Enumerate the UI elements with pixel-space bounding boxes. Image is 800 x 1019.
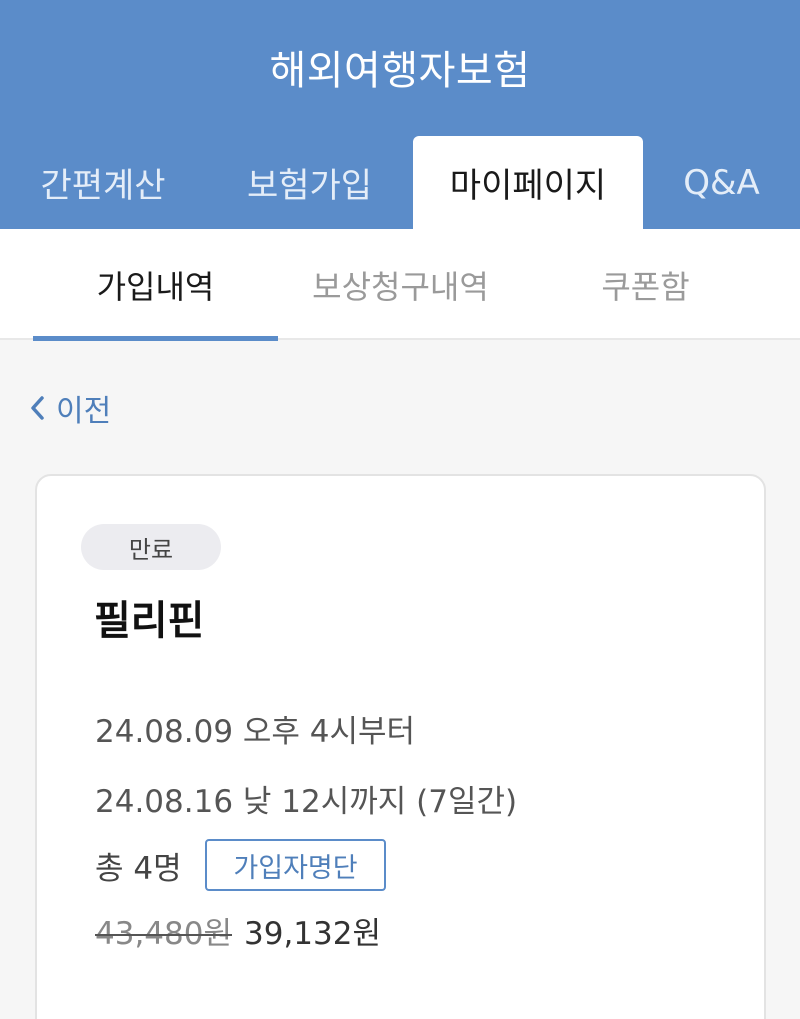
app-title: 해외여행자보험	[269, 48, 531, 94]
coverage-end: 24.08.16 낮 12시까지 (7일간)	[95, 784, 518, 820]
tab-simple-calc[interactable]: 간편계산	[0, 136, 206, 229]
price-row: 43,480원 39,132원	[95, 908, 381, 953]
back-link[interactable]: 이전	[28, 386, 111, 430]
traveler-count: 총 4명	[95, 850, 182, 887]
insured-roster-button[interactable]: 가입자명단	[205, 839, 386, 891]
sub-navigation: 가입내역 보상청구내역 쿠폰함	[0, 229, 800, 340]
chevron-left-icon	[28, 394, 46, 422]
final-price: 39,132원	[244, 916, 381, 952]
subtab-coupon-box[interactable]: 쿠폰함	[523, 229, 768, 340]
coverage-start: 24.08.09 오후 4시부터	[95, 714, 416, 750]
tab-qna[interactable]: Q&A	[643, 136, 800, 229]
destination-title: 필리핀	[94, 598, 205, 644]
active-subtab-indicator	[33, 336, 278, 341]
status-badge: 만료	[81, 524, 221, 570]
tab-insurance-signup[interactable]: 보험가입	[206, 136, 413, 229]
app-header: 해외여행자보험 간편계산 보험가입 마이페이지 Q&A	[0, 0, 800, 229]
tab-mypage[interactable]: 마이페이지	[413, 136, 643, 229]
subtab-claim-history[interactable]: 보상청구내역	[278, 229, 523, 340]
subtab-enrollment-history[interactable]: 가입내역	[33, 229, 278, 340]
back-label: 이전	[56, 394, 112, 429]
original-price: 43,480원	[95, 916, 232, 952]
policy-card[interactable]: 만료 필리핀 24.08.09 오후 4시부터 24.08.16 낮 12시까지…	[35, 474, 766, 1019]
